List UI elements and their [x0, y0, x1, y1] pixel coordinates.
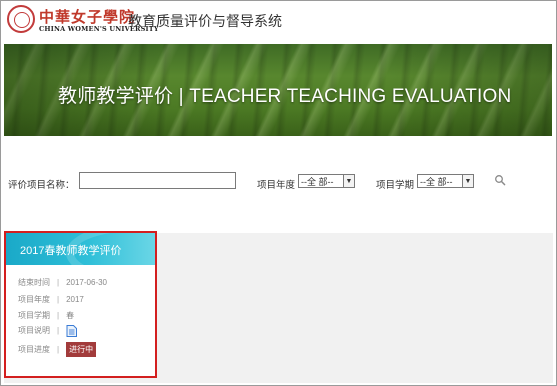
chevron-down-icon[interactable]: ▼: [343, 175, 354, 187]
card-row-term: 项目学期 | 春: [18, 310, 74, 321]
search-icon[interactable]: [494, 174, 506, 186]
term-value: 春: [66, 311, 75, 320]
card-row-progress: 项目进度 | 进行中: [18, 342, 97, 357]
project-term-select[interactable]: --全 部-- ▼: [417, 174, 474, 188]
project-card[interactable]: 2017春教师教学评价 结束时间 | 2017-06-30 项目年度 | 2017 项目…: [4, 231, 157, 378]
project-year-selected: --全 部--: [301, 176, 334, 187]
card-row-year: 项目年度 | 2017: [18, 294, 84, 305]
card-row-end-date: 结束时间 | 2017-06-30: [18, 277, 107, 288]
row-separator: |: [57, 326, 60, 336]
project-year-select[interactable]: --全 部-- ▼: [298, 174, 355, 188]
document-icon[interactable]: [66, 325, 78, 337]
row-separator: |: [57, 295, 60, 304]
project-term-label: 项目学期: [376, 180, 415, 191]
project-year-label: 项目年度: [257, 180, 296, 191]
card-row-description: 项目说明 |: [18, 325, 78, 337]
project-name-input[interactable]: [79, 172, 236, 189]
chevron-down-icon[interactable]: ▼: [462, 175, 473, 187]
site-header: 中華女子學院 CHINA WOMEN'S UNIVERSITY 教育质量评价与督…: [1, 1, 556, 39]
end-date-label: 结束时间: [18, 278, 50, 287]
description-label: 项目说明: [18, 326, 50, 336]
university-seal-logo[interactable]: [7, 5, 35, 33]
project-term-selected: --全 部--: [420, 176, 453, 187]
term-label: 项目学期: [18, 311, 50, 320]
card-title[interactable]: 2017春教师教学评价: [20, 242, 121, 258]
logo-chinese-name[interactable]: 中華女子學院: [39, 6, 135, 27]
year-label: 项目年度: [18, 295, 50, 304]
row-separator: |: [57, 344, 60, 354]
row-separator: |: [57, 311, 60, 320]
system-title: 教育质量评价与督导系统: [128, 13, 282, 29]
banner-title: 教师教学评价 | TEACHER TEACHING EVALUATION: [58, 86, 512, 107]
row-separator: |: [57, 278, 60, 287]
filter-bar: 评价项目名称： 项目年度 --全 部-- ▼ 项目学期 --全 部-- ▼: [0, 172, 557, 192]
card-header[interactable]: 2017春教师教学评价: [6, 233, 155, 265]
banner: 教师教学评价 | TEACHER TEACHING EVALUATION: [4, 44, 552, 136]
year-value: 2017: [66, 295, 84, 304]
project-name-label: 评价项目名称：: [8, 180, 75, 191]
progress-label: 项目进度: [18, 344, 50, 354]
end-date-value: 2017-06-30: [66, 278, 107, 287]
status-badge[interactable]: 进行中: [66, 342, 97, 357]
